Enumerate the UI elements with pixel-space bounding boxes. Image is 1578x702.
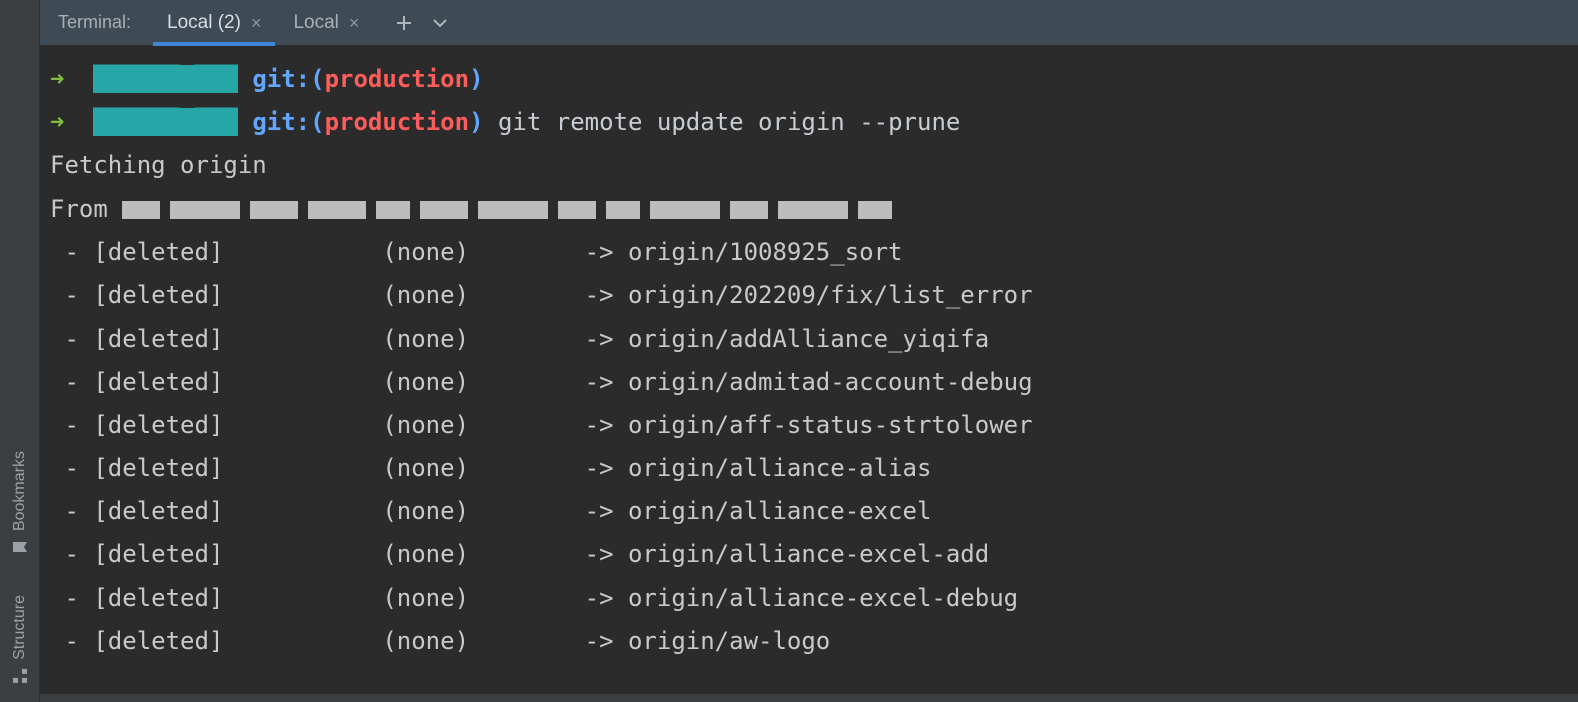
tab-local-2[interactable]: Local (2) × (153, 0, 275, 45)
new-tab-button[interactable] (395, 14, 413, 32)
tab-dropdown-button[interactable] (431, 14, 449, 32)
plus-icon (395, 14, 413, 32)
tab-label: Local (293, 12, 338, 34)
tool-window-sidebar: Bookmarks Structure (0, 0, 40, 702)
close-icon[interactable]: × (349, 14, 360, 32)
tab-label: Local (2) (167, 12, 241, 34)
chevron-down-icon (431, 14, 449, 32)
structure-icon (12, 668, 28, 684)
status-bar (40, 694, 1578, 702)
sidebar-item-label: Structure (11, 595, 29, 660)
close-icon[interactable]: × (251, 14, 262, 32)
sidebar-item-structure[interactable]: Structure (11, 589, 29, 690)
main-column: Terminal: Local (2) × Local × (40, 0, 1578, 702)
sidebar-item-label: Bookmarks (11, 451, 29, 531)
terminal-pane[interactable]: ➜ ██████ ███ git:(production) ➜ ██████ █… (40, 46, 1578, 694)
app-frame: Bookmarks Structure Terminal: Local (2) … (0, 0, 1578, 702)
terminal-output: ➜ ██████ ███ git:(production) ➜ ██████ █… (50, 58, 1568, 663)
tab-local[interactable]: Local × (279, 0, 373, 45)
bookmark-icon (12, 539, 28, 555)
panel-title: Terminal: (50, 0, 149, 45)
tab-actions (377, 0, 449, 45)
sidebar-item-bookmarks[interactable]: Bookmarks (11, 445, 29, 561)
terminal-tabbar: Terminal: Local (2) × Local × (40, 0, 1578, 46)
